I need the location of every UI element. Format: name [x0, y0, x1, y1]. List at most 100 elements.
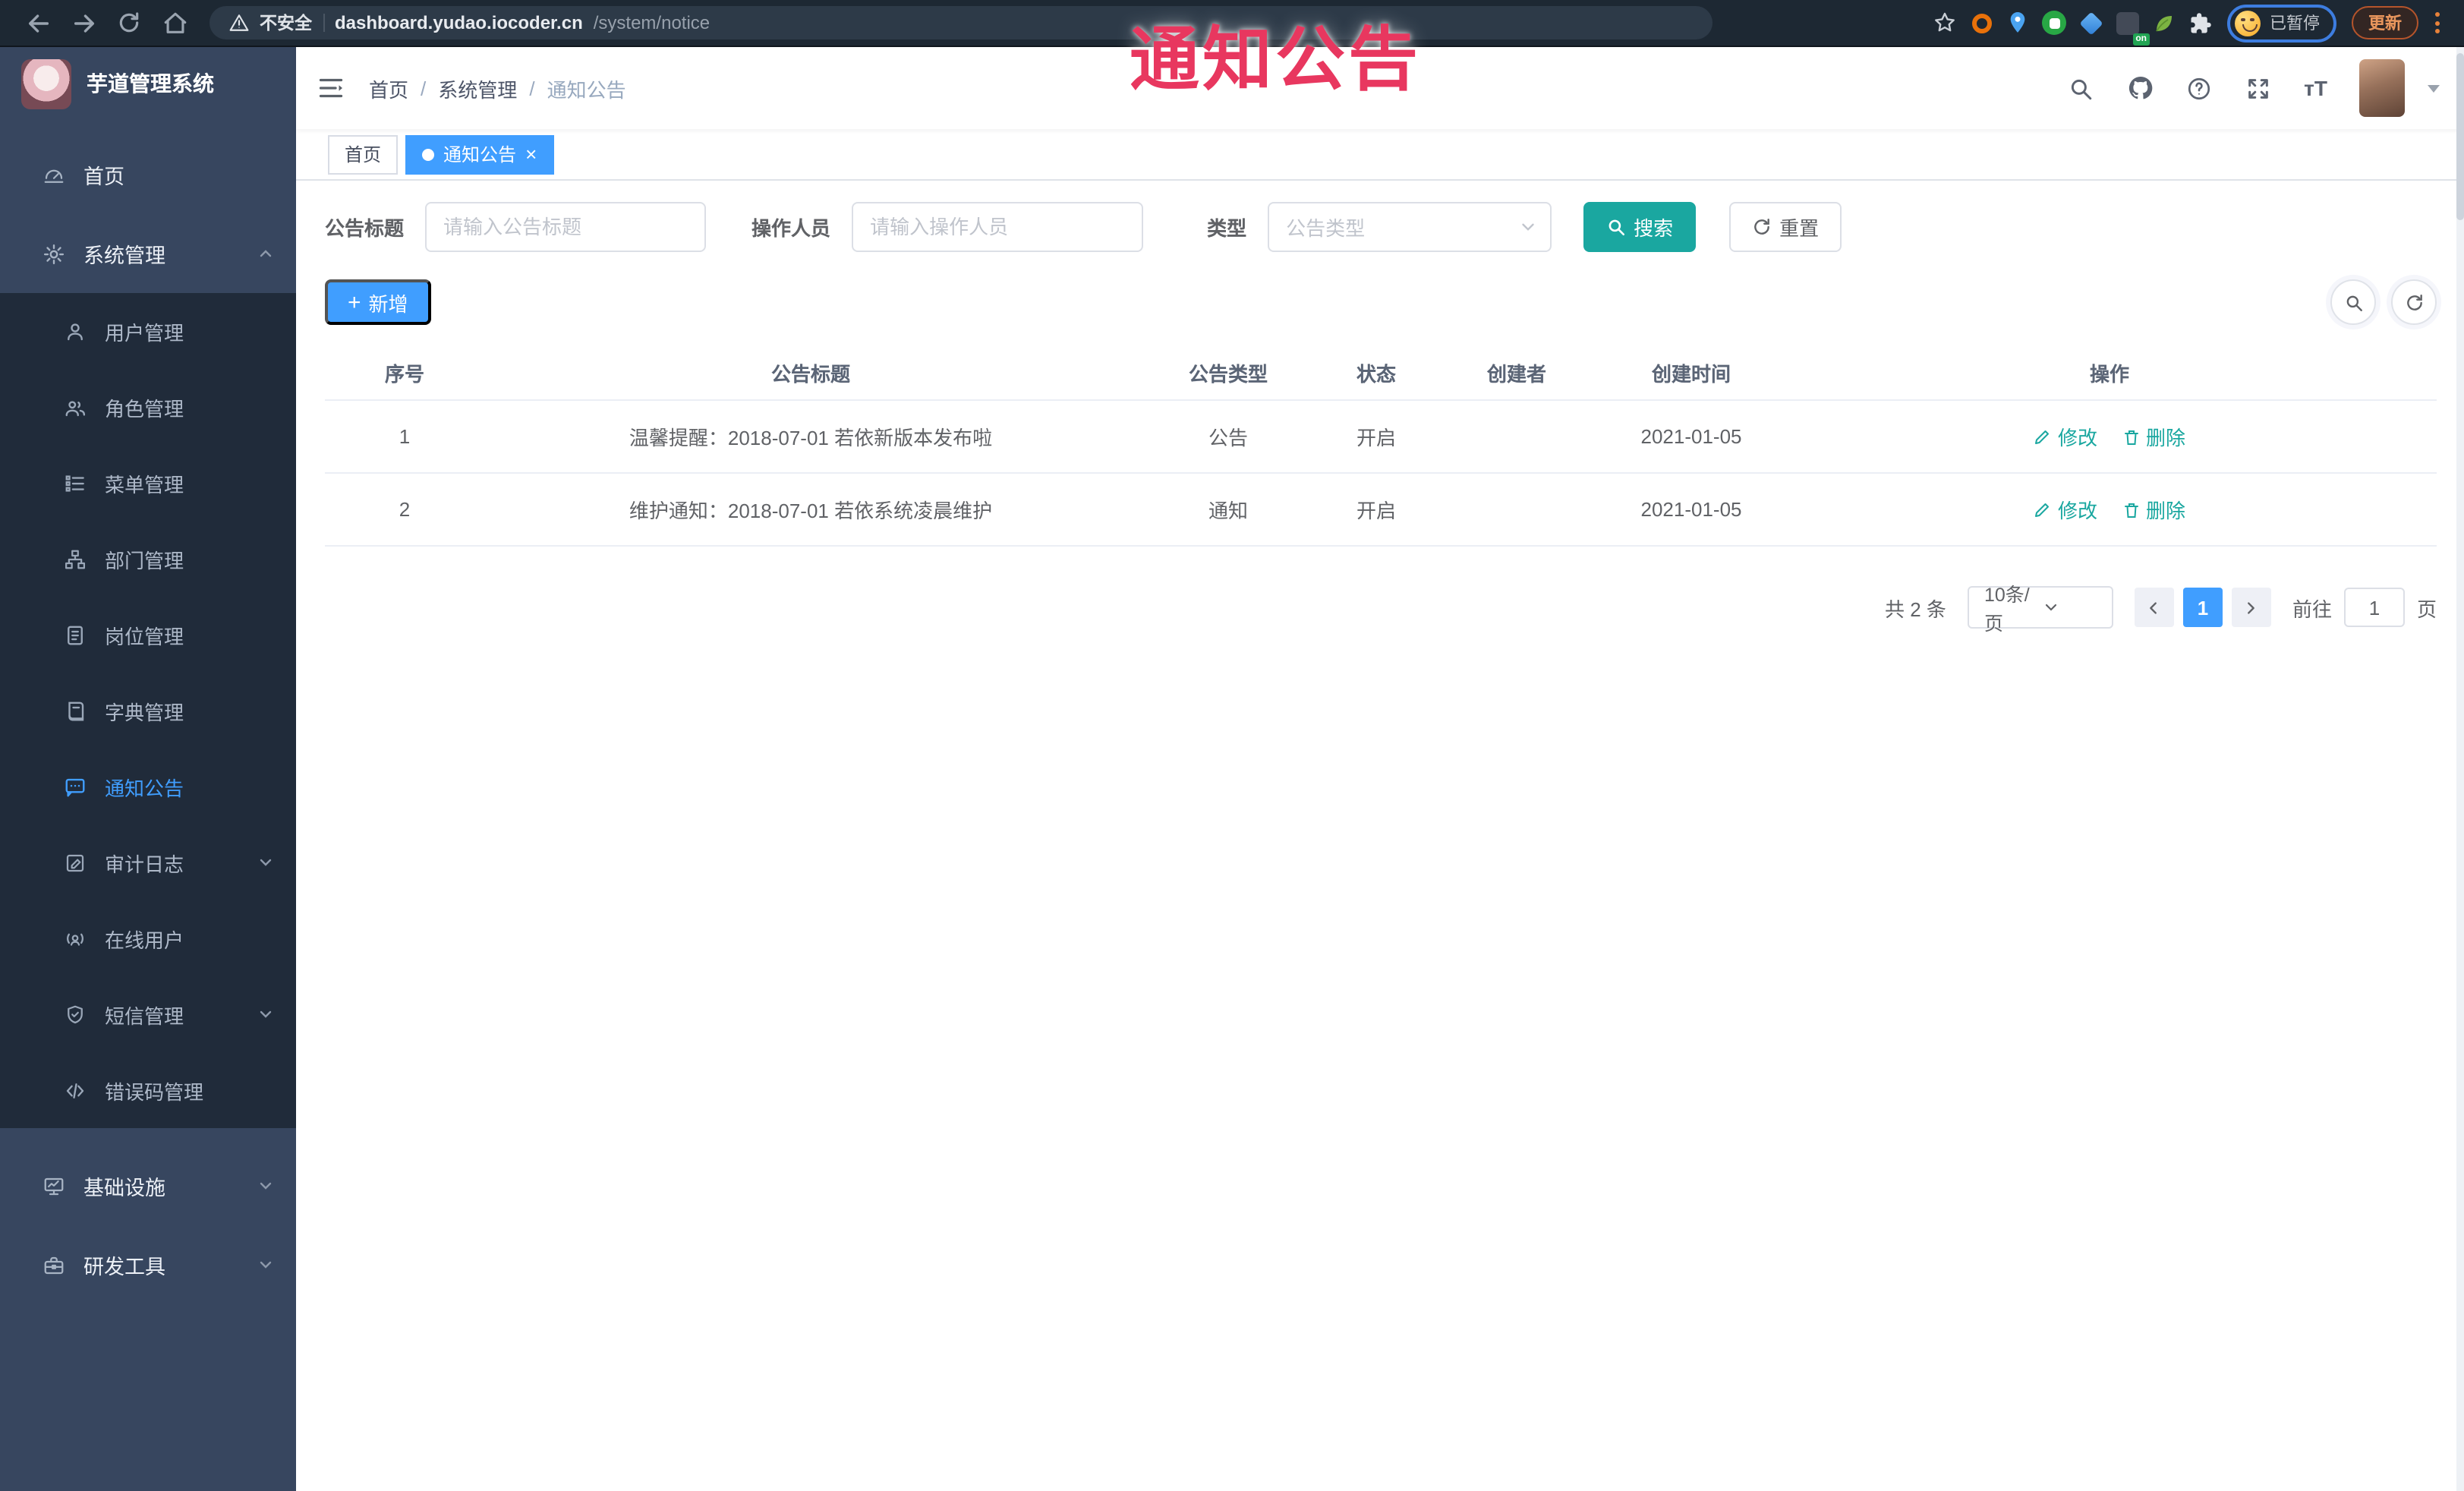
sidebar-item-user-management[interactable]: 用户管理	[0, 293, 296, 369]
page-number-1[interactable]: 1	[2182, 588, 2223, 627]
browser-back-icon[interactable]	[15, 3, 61, 43]
browser-forward-icon[interactable]	[61, 3, 106, 43]
not-secure-warning-icon	[229, 14, 249, 32]
app-logo-row[interactable]: 芋道管理系统	[0, 47, 296, 120]
trash-icon	[2124, 430, 2138, 444]
sidebar-item-notice[interactable]: 通知公告	[0, 749, 296, 824]
url-divider	[323, 14, 324, 32]
page-content: 公告标题 操作人员 类型 公告类型 搜	[296, 181, 2464, 1491]
type-label: 类型	[1207, 217, 1247, 240]
post-icon	[64, 623, 87, 646]
trash-icon	[2124, 503, 2138, 517]
user-avatar[interactable]	[2359, 59, 2405, 117]
avatar-caret-down-icon[interactable]	[2428, 84, 2440, 92]
notice-type-select[interactable]: 公告类型	[1268, 202, 1552, 252]
devtools-icon	[43, 1253, 65, 1276]
search-button[interactable]: 搜索	[1583, 202, 1697, 252]
sidebar-item-infrastructure[interactable]: 基础设施	[0, 1146, 296, 1225]
notice-title-input[interactable]	[425, 202, 707, 252]
chevron-down-icon	[257, 853, 275, 872]
page: 不安全 dashboard.yudao.iocoder.cn /system/n…	[0, 0, 2464, 1491]
sidebar-item-audit-log[interactable]: 审计日志	[0, 824, 296, 900]
security-label[interactable]: 不安全	[260, 11, 312, 35]
message-icon	[64, 775, 87, 798]
tag-close-icon[interactable]: ×	[525, 144, 537, 164]
goto-label: 前往	[2292, 597, 2332, 620]
search-icon	[1606, 217, 1626, 237]
scrollbar-thumb[interactable]	[2456, 53, 2464, 220]
sidebar-item-dev-tools[interactable]: 研发工具	[0, 1225, 296, 1304]
window-scrollbar[interactable]	[2456, 47, 2464, 1491]
bookmark-star-icon[interactable]	[1927, 5, 1963, 41]
operator-label: 操作人员	[751, 217, 831, 240]
breadcrumb-home[interactable]: 首页	[369, 74, 408, 102]
delete-link[interactable]: 删除	[2122, 422, 2185, 451]
app-title: 芋道管理系统	[87, 71, 214, 96]
extension-leaf-icon[interactable]	[2145, 5, 2182, 41]
dict-icon	[64, 699, 87, 722]
sidebar-item-home[interactable]: 首页	[0, 135, 296, 214]
app-logo	[21, 58, 71, 109]
sidebar-item-system-management[interactable]: 系统管理	[0, 214, 296, 293]
chevron-down-icon	[1518, 217, 1538, 237]
hamburger-icon[interactable]	[314, 71, 348, 105]
chevron-down-icon	[2043, 597, 2101, 617]
browser-update-button[interactable]: 更新	[2352, 6, 2418, 39]
next-page-button[interactable]	[2231, 588, 2271, 627]
sidebar-item-menu-management[interactable]: 菜单管理	[0, 445, 296, 521]
toggle-search-button[interactable]	[2330, 279, 2376, 325]
extension-location-pin-icon[interactable]	[1999, 5, 2036, 41]
goto-page-input[interactable]	[2343, 588, 2405, 627]
browser-menu-icon[interactable]	[2425, 6, 2449, 39]
sidebar-item-post-management[interactable]: 岗位管理	[0, 597, 296, 673]
sidebar-item-online-users[interactable]: 在线用户	[0, 900, 296, 976]
url-host[interactable]: dashboard.yudao.iocoder.cn	[335, 12, 583, 33]
edit-pencil-icon	[2035, 503, 2050, 516]
github-icon[interactable]	[2126, 74, 2154, 102]
refresh-table-button[interactable]	[2391, 279, 2437, 325]
browser-reload-icon[interactable]	[106, 3, 152, 43]
tag-notice[interactable]: 通知公告 ×	[405, 134, 554, 174]
menu-tree-icon	[64, 471, 87, 494]
edit-link[interactable]: 修改	[2034, 495, 2097, 524]
help-icon[interactable]	[2185, 74, 2213, 102]
table-header-row: 序号 公告标题 公告类型 状态 创建者 创建时间 操作	[325, 346, 2437, 401]
address-bar[interactable]: 不安全 dashboard.yudao.iocoder.cn /system/n…	[210, 6, 1713, 39]
tag-home[interactable]: 首页	[328, 134, 399, 174]
url-path[interactable]: /system/notice	[594, 12, 710, 33]
refresh-icon	[1752, 217, 1772, 237]
browser-home-icon[interactable]	[152, 3, 197, 43]
sidebar-item-dict-management[interactable]: 字典管理	[0, 673, 296, 749]
table-row[interactable]: 1 温馨提醒：2018-07-01 若依新版本发布啦 公告 开启 2021-01…	[325, 401, 2437, 474]
extension-blue-gem-icon[interactable]	[2072, 5, 2109, 41]
page-size-select[interactable]: 10条/页	[1967, 585, 2113, 635]
profile-paused-pill[interactable]: 已暂停	[2227, 4, 2336, 42]
add-button[interactable]: + 新增	[325, 279, 431, 325]
online-user-icon	[64, 927, 87, 950]
breadcrumb-system[interactable]: 系统管理	[438, 74, 517, 102]
edit-link[interactable]: 修改	[2034, 422, 2097, 451]
extension-database-icon[interactable]: on	[2109, 5, 2150, 46]
chevron-down-icon	[257, 1177, 275, 1195]
cell-type: 通知	[1208, 500, 1248, 522]
operator-input[interactable]	[852, 202, 1144, 252]
chevron-up-icon	[257, 244, 275, 263]
table-row[interactable]: 2 维护通知：2018-07-01 若依系统凌晨维护 通知 开启 2021-01…	[325, 474, 2437, 547]
sidebar-item-sms-management[interactable]: 短信管理	[0, 976, 296, 1052]
extension-orange-ring-icon[interactable]	[1963, 5, 1999, 41]
dept-tree-icon	[64, 547, 87, 570]
sidebar-item-role-management[interactable]: 角色管理	[0, 369, 296, 445]
font-size-icon[interactable]: тT	[2304, 76, 2327, 100]
reset-button[interactable]: 重置	[1729, 202, 1842, 252]
cell-no: 1	[399, 425, 411, 448]
sidebar-item-error-code-management[interactable]: 错误码管理	[0, 1052, 296, 1128]
extension-green-circle-icon[interactable]	[2036, 5, 2072, 41]
chevron-down-icon	[257, 1256, 275, 1274]
delete-link[interactable]: 删除	[2122, 495, 2185, 524]
prev-page-button[interactable]	[2134, 588, 2174, 627]
sidebar-item-dept-management[interactable]: 部门管理	[0, 521, 296, 597]
fullscreen-icon[interactable]	[2245, 74, 2272, 102]
extensions-puzzle-icon[interactable]	[2182, 5, 2218, 41]
tags-bar: 首页 通知公告 ×	[296, 129, 2464, 181]
header-search-icon[interactable]	[2067, 74, 2094, 102]
